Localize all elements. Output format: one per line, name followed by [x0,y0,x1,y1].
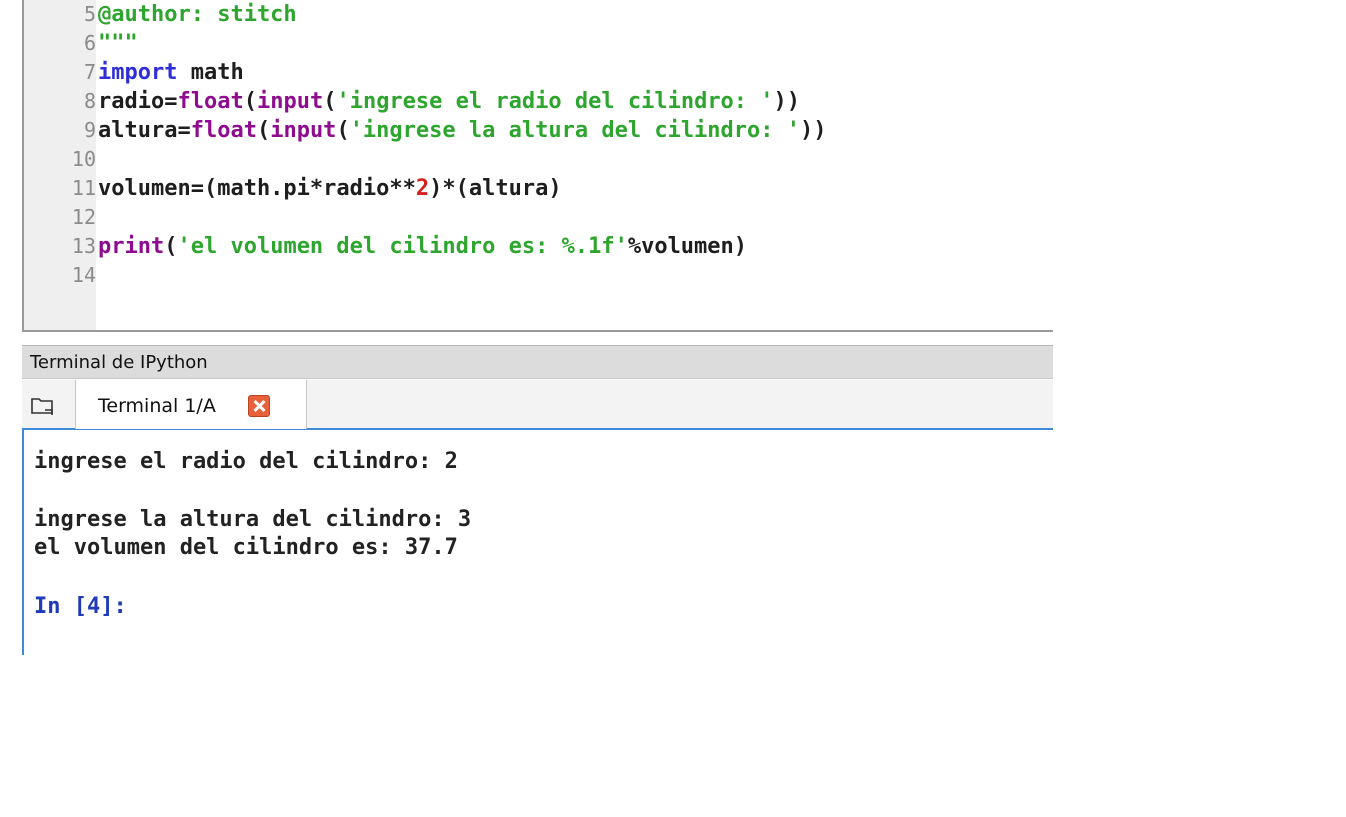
code-token: @author: stitch [98,2,297,27]
code-token: altura= [98,118,191,143]
code-text: print('el volumen del cilindro es: %.1f'… [96,232,747,261]
code-token: ( [256,118,271,143]
code-token: )) [773,89,801,114]
close-icon[interactable] [248,395,270,417]
code-line[interactable]: 13print('el volumen del cilindro es: %.1… [24,232,747,261]
terminal-tabbar: Terminal 1/A [22,380,1053,430]
line-number: 6 [83,31,96,55]
code-token: import [98,60,178,85]
code-line[interactable]: 9altura=float(input('ingrese la altura d… [24,116,827,145]
browse-tabs-icon[interactable] [30,396,56,416]
code-token: volumen=(math.pi*radio** [98,176,416,201]
code-line[interactable]: 10 [24,145,98,174]
code-token: math [177,60,244,85]
code-token: float [190,118,257,143]
console-output-line: ingrese el radio del cilindro: 2 [34,449,458,474]
tab-terminal-1a[interactable]: Terminal 1/A [75,380,307,429]
code-line[interactable]: 11volumen=(math.pi*radio**2)*(altura) [24,174,562,203]
code-token: """ [98,31,138,56]
console-prompt: In [4]: [34,594,127,619]
code-text: """ [96,29,138,58]
code-token: 'ingrese la altura del cilindro: ' [349,118,801,143]
line-number: 10 [71,147,96,171]
code-token: )) [800,118,827,143]
pane-title-label: Terminal de IPython [30,352,208,373]
code-line[interactable]: 12 [24,203,98,232]
code-line[interactable]: 5@author: stitch [24,0,297,29]
code-token: ( [164,234,178,259]
ipython-console[interactable]: ingrese el radio del cilindro: 2 ingrese… [22,430,1053,655]
tab-label: Terminal 1/A [98,395,216,417]
code-text: radio=float(input('ingrese el radio del … [96,87,800,116]
code-text: volumen=(math.pi*radio**2)*(altura) [96,174,562,203]
code-editor[interactable]: 5@author: stitch 6""" 7import math 8radio=f… [22,0,1053,332]
console-output-line: ingrese la altura del cilindro: 3 [34,507,472,532]
line-number: 11 [71,176,96,200]
code-token: 2 [415,176,430,201]
line-number: 9 [83,118,96,142]
line-number: 7 [83,60,96,84]
code-token: input [270,118,337,143]
code-text: altura=float(input('ingrese la altura de… [96,116,827,145]
line-number: 13 [71,234,96,258]
code-token: ( [243,89,257,114]
console-output-line: el volumen del cilindro es: 37.7 [34,535,458,560]
code-token: 'ingrese el radio del cilindro: ' [336,89,774,114]
line-number: 14 [71,263,96,287]
code-line[interactable]: 6""" [24,29,138,58]
code-token: input [256,89,324,114]
code-token: 'el volumen del cilindro es: %.1f' [177,234,628,259]
code-token: ( [336,118,350,143]
code-token: print [98,234,165,259]
code-token: float [177,89,244,114]
code-token: %volumen) [627,234,748,259]
code-token: )*(altura) [429,176,562,201]
line-number: 12 [71,205,96,229]
code-text: import math [96,58,244,87]
code-token: radio= [98,89,178,114]
code-line[interactable]: 8radio=float(input('ingrese el radio del… [24,87,800,116]
line-number: 8 [83,89,96,113]
code-line[interactable]: 14 [24,261,98,290]
code-text: @author: stitch [96,0,297,29]
code-line[interactable]: 7import math [24,58,244,87]
line-number: 5 [83,2,96,26]
code-token: ( [323,89,337,114]
pane-title: Terminal de IPython [22,345,1053,379]
